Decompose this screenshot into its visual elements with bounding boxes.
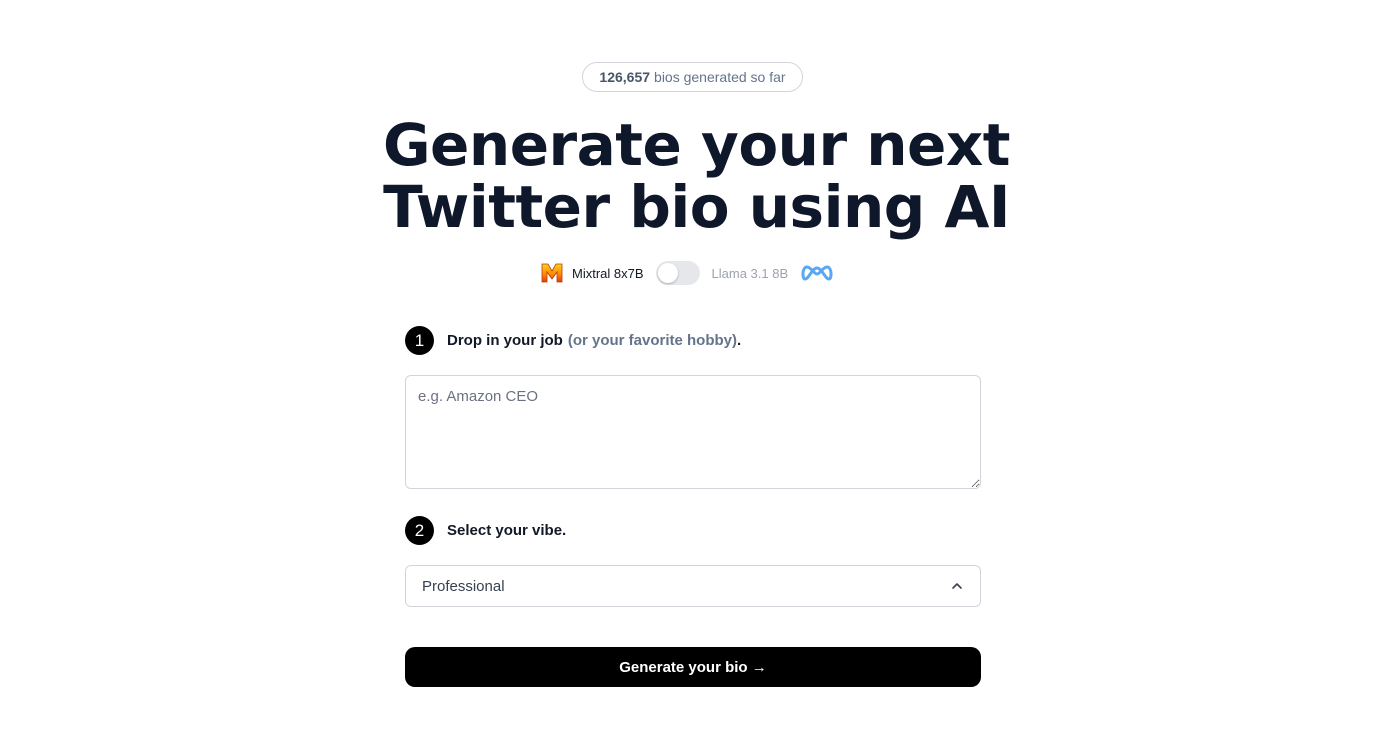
page-title-line-2: Twitter bio using AI xyxy=(383,173,1010,241)
step-2-row: 2 Select your vibe. xyxy=(405,516,566,545)
vibe-select-value: Professional xyxy=(422,577,505,595)
model-mixtral-label[interactable]: Mixtral 8x7B xyxy=(572,266,644,281)
step-1-period: . xyxy=(737,332,742,349)
step-2-number-icon: 2 xyxy=(405,516,434,545)
step-2-label: Select your vibe. xyxy=(447,522,567,539)
bios-count-suffix: bios generated so far xyxy=(654,69,786,85)
step-1-label: Drop in your job xyxy=(447,332,563,349)
chevron-up-icon xyxy=(952,583,962,589)
step-1-hint: (or your favorite hobby) xyxy=(567,332,738,349)
step-1-row: 1 Drop in your job (or your favorite hob… xyxy=(405,326,741,355)
page-title-line-1: Generate your next xyxy=(382,111,1011,179)
model-switch-knob xyxy=(657,263,678,283)
bios-count: 126,657 xyxy=(599,69,651,85)
bios-counter-badge: 126,657 bios generated so far xyxy=(582,62,803,92)
model-toggle: Mixtral 8x7B Llama 3.1 8B xyxy=(540,259,834,287)
model-llama-label[interactable]: Llama 3.1 8B xyxy=(712,266,789,281)
vibe-select[interactable]: Professional xyxy=(405,565,981,607)
page-title: Generate your next Twitter bio using AI xyxy=(300,114,1093,238)
model-switch[interactable] xyxy=(655,261,700,285)
page: 126,657 bios generated so far Generate y… xyxy=(0,0,1393,756)
mixtral-logo-icon xyxy=(541,263,563,283)
step-1-number-icon: 1 xyxy=(405,326,434,355)
generate-bio-button[interactable]: Generate your bio → xyxy=(405,647,981,687)
meta-logo-icon xyxy=(801,265,833,281)
job-input[interactable] xyxy=(405,375,981,489)
